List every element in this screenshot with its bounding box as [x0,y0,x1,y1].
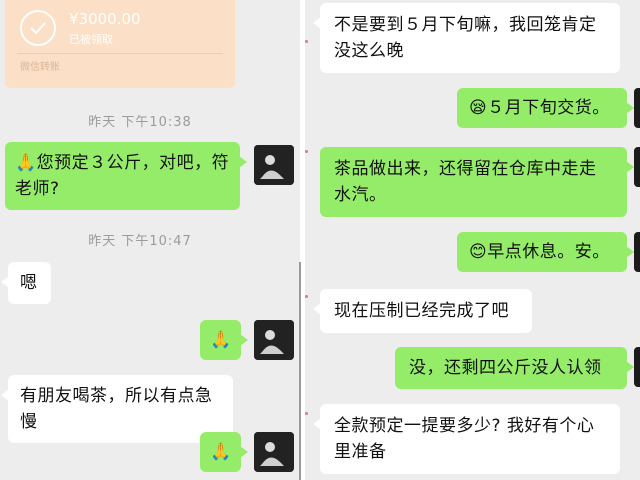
sent-message[interactable]: 🙏 [200,320,248,360]
chat-panel-left: ¥3000.00 已被领取 微信转账 昨天 下午10:38 🙏您预定３公斤，对吧… [0,0,300,480]
message-text: ５月下旬交货。 [487,98,610,118]
timestamp: 昨天 下午10:38 [88,115,192,130]
transfer-status: 已被领取 [69,33,113,46]
received-message[interactable]: 不是要到５月下旬嘛，我回笼肯定没这么晚 [313,3,620,73]
message-text: 早点休息。安。 [487,242,610,262]
received-message[interactable]: 有朋友喝茶，所以有点急慢 [1,375,233,443]
avatar[interactable] [254,432,294,472]
received-message[interactable]: 嗯 [1,262,51,304]
marker [305,40,308,43]
smile-emoji: 😊 [469,242,488,262]
transfer-card[interactable]: ¥3000.00 已被领取 微信转账 [5,0,235,88]
sent-message[interactable]: 🙏 [200,432,248,472]
timestamp: 昨天 下午10:47 [88,234,192,249]
scrollbar[interactable] [299,262,301,480]
avatar[interactable] [634,147,640,187]
sleepy-emoji: 😪 [469,98,488,118]
received-message[interactable]: 全款预定一提要多少? 我好有个心里准备 [313,404,620,474]
avatar[interactable] [254,320,294,360]
marker [305,412,308,415]
marker [305,295,308,298]
check-circle-icon [20,10,56,46]
transfer-footer: 微信转账 [20,62,60,73]
avatar[interactable] [254,145,294,185]
pray-emoji: 🙏 [15,153,37,173]
avatar[interactable] [634,347,640,387]
sent-message[interactable]: 😊早点休息。安。 [457,232,634,272]
sent-message[interactable]: 😪５月下旬交货。 [457,88,634,128]
sent-message[interactable]: 🙏您预定３公斤，对吧，符老师? [5,142,247,210]
chat-panel-right: 不是要到５月下旬嘛，我回笼肯定没这么晚 😪５月下旬交货。 茶品做出来，还得留在仓… [305,0,640,480]
transfer-amount: ¥3000.00 [69,10,141,28]
sent-message[interactable]: 没，还剩四公斤没人认领 [395,347,634,389]
message-text: 您预定３公斤，对吧，符老师? [15,153,230,199]
divider [17,53,223,54]
avatar[interactable] [634,232,640,272]
received-message[interactable]: 现在压制已经完成了吧 [313,289,532,333]
marker [305,150,308,153]
avatar[interactable] [634,88,640,128]
sent-message[interactable]: 茶品做出来，还得留在仓库中走走水汽。 [320,147,634,217]
